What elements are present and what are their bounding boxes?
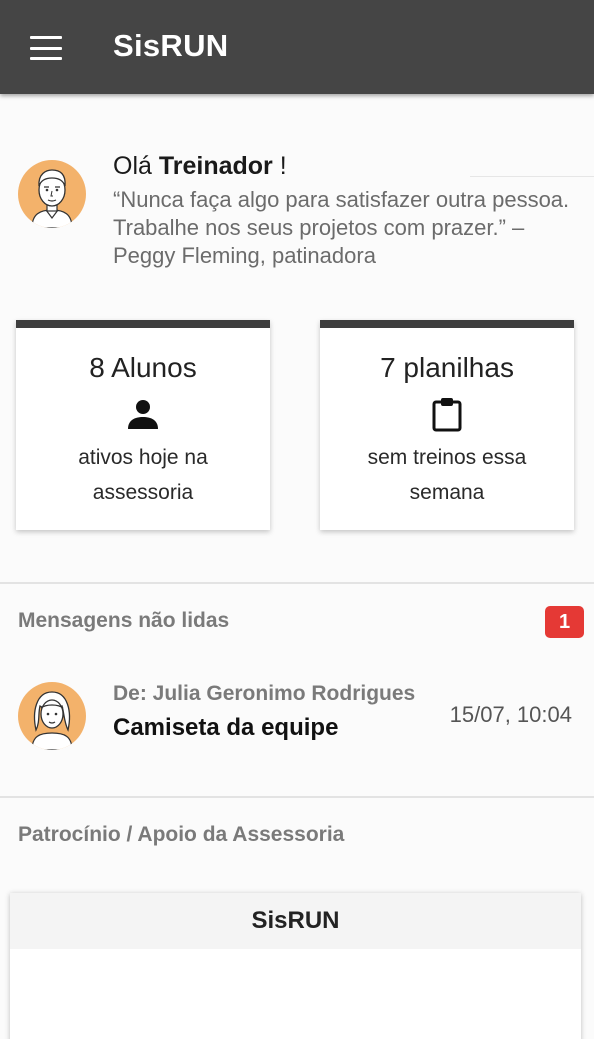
caption-line: assessoria — [92, 481, 194, 504]
motivational-quote: “Nunca faça algo para satisfazer outra p… — [113, 187, 570, 268]
sponsor-card-title: SisRUN — [10, 893, 581, 949]
male-avatar-icon — [31, 169, 73, 228]
clipboard-icon — [429, 396, 465, 432]
message-sender: De: Julia Geronimo Rodrigues — [113, 682, 416, 705]
section-divider — [0, 796, 594, 798]
section-divider — [0, 582, 594, 584]
trainer-avatar[interactable] — [18, 160, 86, 228]
caption-line: sem treinos essa — [367, 446, 527, 469]
active-students-count: 8 Alunos — [89, 352, 197, 383]
unread-count-badge: 1 — [545, 606, 584, 638]
greeting-name: Treinador — [158, 152, 273, 180]
greeting-suffix: ! — [272, 152, 287, 180]
message-list-item[interactable]: De: Julia Geronimo Rodrigues Camiseta da… — [0, 672, 594, 762]
caption-line: semana — [409, 481, 485, 504]
pending-sheets-card[interactable]: 7 planilhas sem treinos essa semana — [320, 320, 574, 530]
female-avatar-icon — [31, 691, 73, 750]
message-timestamp: 15/07, 10:04 — [449, 702, 572, 727]
unread-messages-title: Mensagens não lidas — [18, 609, 230, 632]
hamburger-menu-icon[interactable] — [30, 36, 62, 60]
pending-sheets-caption: sem treinos essa semana — [320, 440, 574, 510]
greeting-title: Olá Treinador ! — [113, 152, 287, 181]
active-students-card[interactable]: 8 Alunos ativos hoje na assessoria — [16, 320, 270, 530]
greeting-hello: Olá — [113, 152, 152, 180]
caption-line: ativos hoje na — [78, 446, 208, 469]
quote-divider — [470, 176, 594, 177]
app-title: SisRUN — [113, 28, 229, 63]
person-icon — [125, 396, 161, 432]
sender-avatar — [18, 682, 86, 750]
active-students-caption: ativos hoje na assessoria — [16, 440, 270, 510]
sponsor-card[interactable]: SisRUN — [10, 893, 581, 1039]
app-bar: SisRUN — [0, 0, 594, 94]
sponsor-section-title: Patrocínio / Apoio da Assessoria — [18, 823, 345, 846]
pending-sheets-count: 7 planilhas — [380, 352, 514, 383]
message-subject: Camiseta da equipe — [113, 714, 339, 741]
